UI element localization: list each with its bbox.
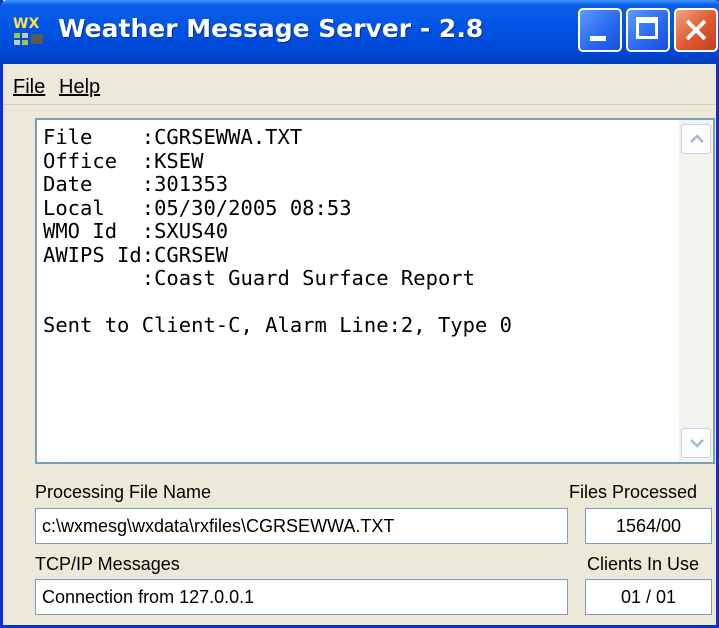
window-title: Weather Message Server - 2.8 (58, 14, 484, 43)
maximize-icon (636, 17, 658, 39)
scroll-up-button[interactable] (681, 124, 711, 154)
scroll-down-button[interactable] (681, 428, 711, 458)
menu-file[interactable]: File (13, 76, 45, 99)
files-processed-label: Files Processed (569, 482, 698, 502)
title-bar[interactable]: WX Weather Message Server - 2.8 (0, 0, 719, 64)
app-icon-label: WX (13, 16, 39, 32)
clients-in-use-field: 01 / 01 (585, 579, 712, 615)
app-icon: WX (13, 16, 43, 45)
close-icon (685, 19, 707, 41)
clients-in-use-label: Clients In Use (587, 554, 700, 574)
menu-help-label: Help (59, 76, 101, 98)
app-window: WX Weather Message Server - 2.8 File Hel… (0, 0, 719, 628)
close-button[interactable] (674, 8, 718, 52)
tcpip-messages-field: Connection from 127.0.0.1 (35, 579, 568, 615)
menu-file-label: File (13, 76, 46, 98)
minimize-button[interactable] (578, 8, 622, 52)
menu-help[interactable]: Help (59, 76, 100, 99)
minimize-icon (590, 36, 606, 41)
message-display[interactable]: File :CGRSEWWA.TXT Office :KSEW Date :30… (35, 118, 715, 464)
vertical-scrollbar[interactable] (679, 120, 713, 462)
menu-bar: File Help (3, 64, 716, 105)
files-processed-field: 1564/00 (585, 508, 712, 544)
maximize-button[interactable] (626, 8, 670, 52)
scroll-up-icon (690, 134, 704, 143)
scroll-down-icon (690, 439, 704, 448)
message-text: File :CGRSEWWA.TXT Office :KSEW Date :30… (43, 125, 512, 337)
processing-file-field: c:\wxmesg\wxdata\rxfiles\CGRSEWWA.TXT (35, 508, 568, 544)
tcpip-messages-label: TCP/IP Messages (35, 554, 180, 574)
processing-file-label: Processing File Name (35, 482, 212, 502)
